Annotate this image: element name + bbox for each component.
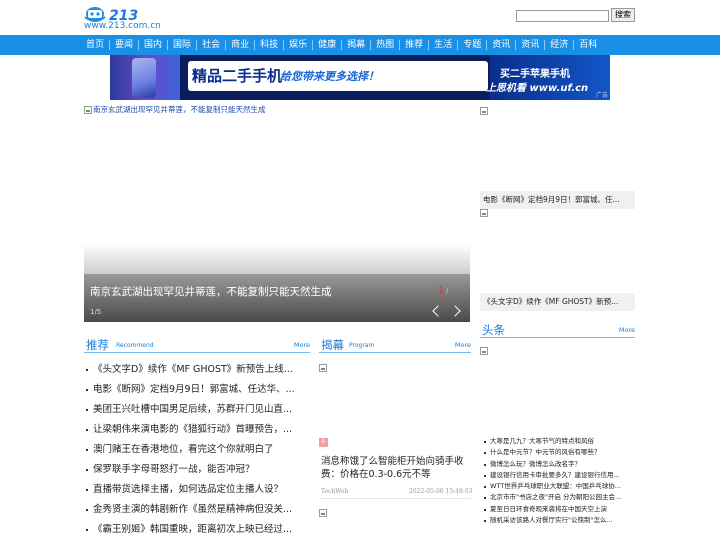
slide-page-indicator: 1/5 xyxy=(90,308,102,316)
recommend-header: 推荐 Recommend More xyxy=(84,337,310,353)
main-nav-items: 首页 要闻 国内 国际 社会 商业 科技 娱乐 健康 揭幕 热图 推荐 生活 专题 资讯 资讯 经济 百科 xyxy=(84,35,602,55)
logo-url-text: www.213.com.cn xyxy=(84,21,161,31)
banner-right-line1: 买二手苹果手机 xyxy=(500,69,570,80)
program-card-date: 2022-05-06 15:48:03 xyxy=(409,488,473,495)
nav-item[interactable]: 资讯 xyxy=(516,35,544,55)
nav-item[interactable]: 国内 xyxy=(139,35,167,55)
headlines-header: 头条 More xyxy=(480,322,635,338)
nav-item[interactable]: 商业 xyxy=(226,35,254,55)
recommend-item[interactable]: 《霸王别姬》韩国重映，距离初次上映已经过... xyxy=(86,520,310,540)
main-nav: 首页 要闻 国内 国际 社会 商业 科技 娱乐 健康 揭幕 热图 推荐 生活 专题 资讯 资讯 经济 百科 xyxy=(0,35,720,55)
headlines-more-link[interactable]: More xyxy=(619,326,635,334)
recommend-item[interactable]: 澳门赌王在香港地位，看完这个你就明白了 xyxy=(86,440,310,460)
nav-item[interactable]: 健康 xyxy=(313,35,341,55)
program-header: 揭幕 Program More xyxy=(319,337,471,353)
banner-right-line2: 上思机看 www.uf.cn xyxy=(486,83,589,94)
nav-item[interactable]: 热图 xyxy=(371,35,399,55)
headline-item[interactable]: 微博怎么玩？微博怎么改名字？ xyxy=(484,459,632,470)
broken-image-icon[interactable] xyxy=(319,509,327,517)
nav-item[interactable]: 国际 xyxy=(168,35,196,55)
headline-item[interactable]: 夏至日日环食奇观来袭将在中国天空上演 xyxy=(484,504,632,515)
headline-item[interactable]: 什么是中元节？中元节的风俗有哪些？ xyxy=(484,447,632,458)
nav-item[interactable]: 科技 xyxy=(255,35,283,55)
nav-item[interactable]: 百科 xyxy=(574,35,602,55)
banner-slogan-sub: 给您带来更多选择！ xyxy=(280,70,379,83)
phone-image xyxy=(110,55,180,100)
recommend-item[interactable]: 让梁朝伟来演电影的《猎狐行动》首曝预告，... xyxy=(86,420,310,440)
recommend-item[interactable]: 金秀贤主演的韩剧新作《虽然是精神病但没关... xyxy=(86,500,310,520)
slide-caption[interactable]: 南京玄武湖出现罕见井蒂莲，不能复制只能天然生成 xyxy=(90,284,332,299)
headlines-list: 大寒是几九？大寒节气的特点和风俗 什么是中元节？中元节的风俗有哪些？ 微博怎么玩？微… xyxy=(484,436,632,526)
recommend-subtitle: Recommend xyxy=(116,342,154,349)
nav-item[interactable]: 资讯 xyxy=(487,35,515,55)
recommend-item[interactable]: 《头文字D》续作《MF GHOST》新预告上线... xyxy=(86,360,310,380)
broken-image-icon[interactable] xyxy=(480,347,488,355)
recommend-item[interactable]: 电影《断网》定档9月9日！郭富城、任达华、... xyxy=(86,380,310,400)
slide-index-separator: / xyxy=(446,287,449,295)
nav-item[interactable]: 专题 xyxy=(458,35,486,55)
right-story-caption[interactable]: 电影《断网》定档9月9日！郭富城、任... xyxy=(480,191,635,209)
recommend-item[interactable]: 美团王兴吐槽中国男足后续，苏群开门见山直... xyxy=(86,400,310,420)
chevron-left-icon[interactable] xyxy=(430,304,442,318)
nav-item[interactable]: 生活 xyxy=(429,35,457,55)
program-badge: 头 xyxy=(319,438,328,447)
program-card-title[interactable]: 消息称饿了么智能柜开始向骑手收费：价格在0.3-0.6元不等 xyxy=(321,455,471,481)
program-title: 揭幕 xyxy=(321,338,344,352)
slide-image-alt-text: 南京玄武湖出现罕见井蒂莲，不能复制只能天然生成 xyxy=(93,105,266,114)
program-card-source: TechWeb xyxy=(321,488,349,495)
headline-item[interactable]: WTT世界乒乓球职业大联盟：中国乒乓球协... xyxy=(484,481,632,492)
nav-item[interactable]: 社会 xyxy=(197,35,225,55)
search-button[interactable]: 搜索 xyxy=(611,8,635,22)
nav-item[interactable]: 要闻 xyxy=(110,35,138,55)
broken-image-icon[interactable] xyxy=(319,364,327,372)
recommend-title: 推荐 xyxy=(86,338,109,352)
slide-image-alt[interactable]: 南京玄武湖出现罕见井蒂莲，不能复制只能天然生成 xyxy=(84,104,266,115)
ad-label: 广告 xyxy=(595,92,608,99)
slide-overlay-fade xyxy=(84,244,470,274)
headline-item[interactable]: 随机采访该路人对餐厅实行"公筷制"怎么... xyxy=(484,515,632,526)
headlines-title: 头条 xyxy=(482,323,505,337)
featured-slideshow[interactable]: 南京玄武湖出现罕见井蒂莲，不能复制只能天然生成 南京玄武湖出现罕见井蒂莲，不能复… xyxy=(84,104,470,322)
broken-image-icon[interactable] xyxy=(480,209,488,217)
headline-item[interactable]: 北京市市"书店之夜"开启 分为朝阳公园主会... xyxy=(484,492,632,503)
headline-item[interactable]: 建设银行信用卡审批要多久？建设银行信用... xyxy=(484,470,632,481)
program-more-link[interactable]: More xyxy=(455,341,471,349)
recommend-list: 《头文字D》续作《MF GHOST》新预告上线... 电影《断网》定档9月9日！郭… xyxy=(86,360,310,540)
right-story-caption[interactable]: 《头文字D》续作《MF GHOST》新预... xyxy=(480,293,635,311)
recommend-item[interactable]: 保罗联手字母哥怒打一战，能否冲冠？ xyxy=(86,460,310,480)
nav-item[interactable]: 推荐 xyxy=(400,35,428,55)
broken-image-icon xyxy=(84,105,92,114)
search-input[interactable] xyxy=(516,10,609,22)
banner-slogan-main: 精品二手手机 xyxy=(192,67,283,85)
divider xyxy=(319,498,471,499)
banner-ad[interactable]: 精品二手手机 给您带来更多选择！ 买二手苹果手机 上思机看 www.uf.cn … xyxy=(110,55,610,100)
recommend-item[interactable]: 直播带货选择主播，如何选品定位主播人设？ xyxy=(86,480,310,500)
broken-image-icon[interactable] xyxy=(480,107,488,115)
nav-item[interactable]: 首页 xyxy=(84,35,109,55)
chevron-right-icon[interactable] xyxy=(450,304,462,318)
program-subtitle: Program xyxy=(349,342,375,349)
nav-item[interactable]: 娱乐 xyxy=(284,35,312,55)
headline-item[interactable]: 大寒是几九？大寒节气的特点和风俗 xyxy=(484,436,632,447)
recommend-more-link[interactable]: More xyxy=(294,341,310,349)
slide-current-index: 1 xyxy=(438,286,444,296)
nav-item[interactable]: 揭幕 xyxy=(342,35,370,55)
nav-item[interactable]: 经济 xyxy=(545,35,573,55)
